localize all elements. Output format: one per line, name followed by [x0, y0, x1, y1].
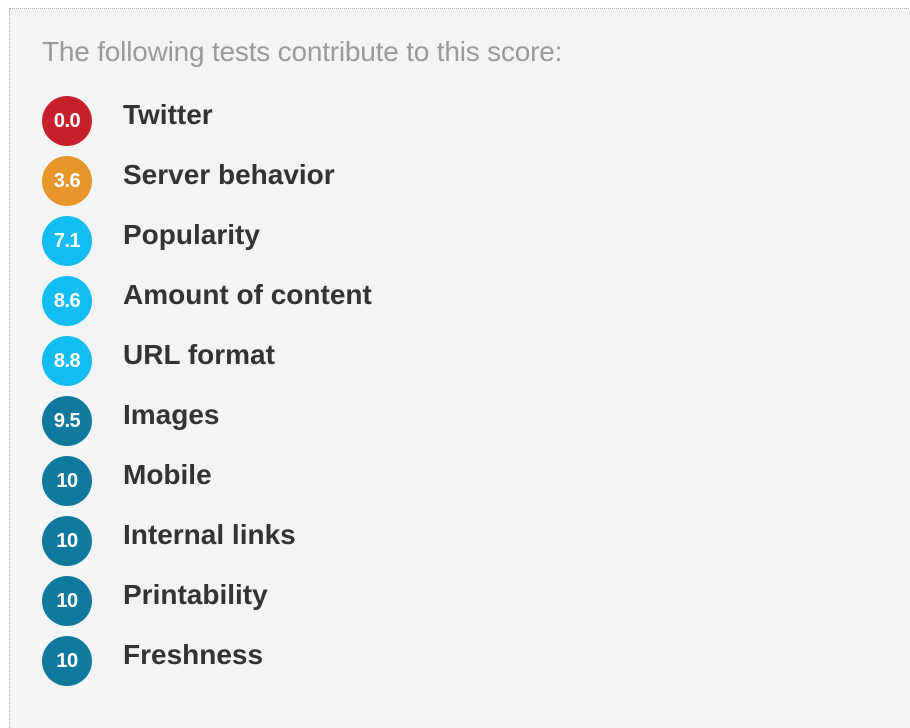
intro-text: The following tests contribute to this s…: [42, 36, 563, 67]
score-badge: 9.5: [42, 396, 92, 446]
test-label: Twitter: [123, 99, 213, 130]
test-item-server-behavior: 3.6 Server behavior: [42, 151, 372, 211]
test-label: Amount of content: [123, 279, 372, 310]
test-item-freshness: 10 Freshness: [42, 631, 372, 691]
score-breakdown-panel: The following tests contribute to this s…: [9, 8, 910, 728]
test-item-mobile: 10 Mobile: [42, 451, 372, 511]
score-badge: 0.0: [42, 96, 92, 146]
test-item-amount-of-content: 8.6 Amount of content: [42, 271, 372, 331]
score-badge: 8.6: [42, 276, 92, 326]
test-item-printability: 10 Printability: [42, 571, 372, 631]
score-badge: 10: [42, 456, 92, 506]
score-badge: 10: [42, 636, 92, 686]
test-label: URL format: [123, 339, 275, 370]
score-badge: 7.1: [42, 216, 92, 266]
score-badge: 10: [42, 516, 92, 566]
test-item-internal-links: 10 Internal links: [42, 511, 372, 571]
test-list: 0.0 Twitter 3.6 Server behavior 7.1 Popu…: [42, 91, 372, 691]
score-badge: 8.8: [42, 336, 92, 386]
test-label: Images: [123, 399, 220, 430]
test-label: Internal links: [123, 519, 296, 550]
test-label: Freshness: [123, 639, 264, 670]
test-label: Server behavior: [123, 159, 335, 190]
test-label: Popularity: [123, 219, 260, 250]
test-item-twitter: 0.0 Twitter: [42, 91, 372, 151]
test-label: Mobile: [123, 459, 212, 490]
test-item-images: 9.5 Images: [42, 391, 372, 451]
test-item-url-format: 8.8 URL format: [42, 331, 372, 391]
test-label: Printability: [123, 579, 268, 610]
score-badge: 3.6: [42, 156, 92, 206]
score-badge: 10: [42, 576, 92, 626]
test-item-popularity: 7.1 Popularity: [42, 211, 372, 271]
